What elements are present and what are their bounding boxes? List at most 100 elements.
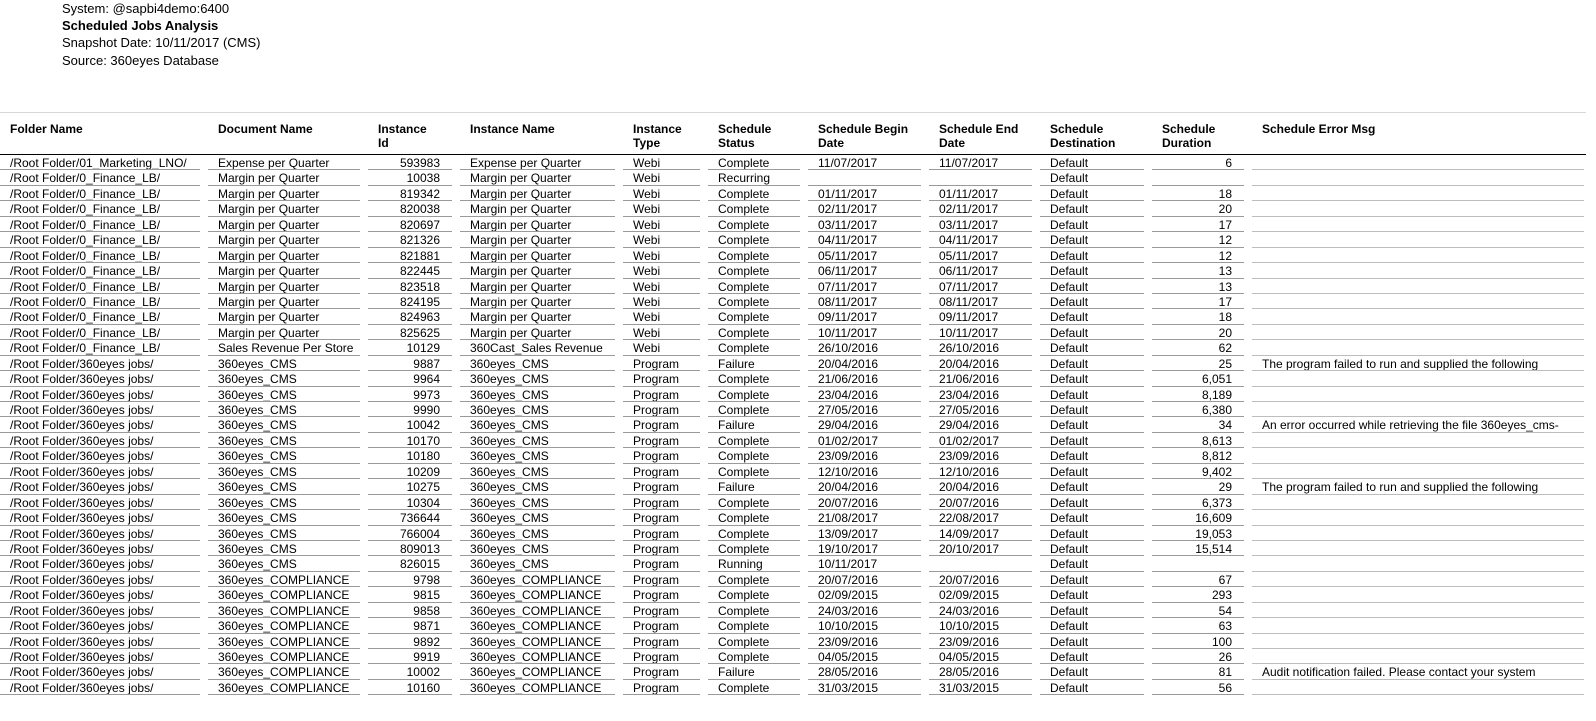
table-row[interactable]: /Root Folder/0_Finance_LB/Margin per Qua… — [0, 294, 1586, 310]
cell-value: 360eyes_COMPLIANCE — [208, 603, 360, 619]
cell-value: Default — [1040, 402, 1144, 418]
cell-schedule-destination: Default — [1040, 417, 1152, 433]
cell-instance-type: Webi — [623, 263, 708, 279]
cell-schedule-end-date: 10/10/2015 — [929, 618, 1040, 634]
cell-schedule-end-date: 23/04/2016 — [929, 387, 1040, 402]
table-row[interactable]: /Root Folder/360eyes jobs/360eyes_CMS 996… — [0, 371, 1586, 387]
cell-instance-id: 10209 — [368, 464, 460, 480]
cell-instance-name: 360eyes_CMS — [460, 417, 623, 433]
table-row[interactable]: /Root Folder/360eyes jobs/360eyes_COMPLI… — [0, 572, 1586, 588]
cell-value: Webi — [623, 309, 700, 325]
cell-value: Margin per Quarter — [460, 217, 615, 233]
table-row[interactable]: /Root Folder/0_Finance_LB/Margin per Qua… — [0, 263, 1586, 279]
cell-schedule-duration: 12 — [1152, 248, 1252, 264]
column-header-folder-name[interactable]: Folder Name — [0, 112, 208, 155]
cell-value: Default — [1040, 371, 1144, 387]
cell-schedule-end-date: 20/04/2016 — [929, 356, 1040, 372]
cell-instance-id: 823518 — [368, 279, 460, 294]
cell-schedule-end-date: 14/09/2017 — [929, 526, 1040, 541]
column-header-document-name[interactable]: Document Name — [208, 112, 368, 155]
table-row[interactable]: /Root Folder/360eyes jobs/360eyes_CMS 103… — [0, 495, 1586, 511]
cell-value: 25 — [1152, 356, 1244, 372]
cell-value: 28/05/2016 — [808, 664, 921, 680]
cell-schedule-status: Complete — [708, 464, 808, 480]
cell-instance-type: Program — [623, 664, 708, 680]
column-header-schedule-error-msg[interactable]: Schedule Error Msg — [1252, 112, 1586, 155]
cell-schedule-begin-date — [808, 170, 929, 186]
table-row[interactable]: /Root Folder/360eyes jobs/360eyes_CMS 988… — [0, 356, 1586, 372]
cell-value: Margin per Quarter — [460, 170, 615, 186]
table-row[interactable]: /Root Folder/360eyes jobs/360eyes_CMS 999… — [0, 402, 1586, 418]
cell-value: 824963 — [368, 309, 452, 325]
table-row[interactable]: /Root Folder/360eyes jobs/360eyes_CMS 101… — [0, 433, 1586, 449]
column-header-schedule-duration[interactable]: Schedule Duration — [1152, 112, 1252, 155]
column-header-instance-id[interactable]: Instance Id — [368, 112, 460, 155]
table-row[interactable]: /Root Folder/360eyes jobs/360eyes_CMS 766… — [0, 526, 1586, 541]
cell-schedule-status: Complete — [708, 309, 808, 325]
cell-value — [1252, 541, 1584, 557]
cell-value: Program — [623, 603, 700, 619]
table-row[interactable]: /Root Folder/360eyes jobs/360eyes_CMS 826… — [0, 556, 1586, 572]
table-row[interactable]: /Root Folder/360eyes jobs/360eyes_COMPLI… — [0, 587, 1586, 603]
column-header-schedule-end-date[interactable]: Schedule End Date — [929, 112, 1040, 155]
cell-schedule-end-date: 20/10/2017 — [929, 541, 1040, 557]
cell-value: Margin per Quarter — [460, 325, 615, 341]
table-row[interactable]: /Root Folder/0_Finance_LB/Margin per Qua… — [0, 232, 1586, 248]
cell-value: The program failed to run and supplied t… — [1252, 356, 1584, 372]
cell-value: Complete — [708, 325, 800, 341]
cell-instance-name: 360eyes_CMS — [460, 510, 623, 526]
cell-value: 10160 — [368, 680, 452, 696]
scheduled-jobs-table-container: Folder Name Document Name Instance Id Insta… — [0, 112, 1596, 696]
table-row[interactable]: /Root Folder/0_Finance_LB/Margin per Qua… — [0, 186, 1586, 202]
cell-instance-type: Webi — [623, 309, 708, 325]
table-row[interactable]: /Root Folder/360eyes jobs/360eyes_COMPLI… — [0, 618, 1586, 634]
cell-value: /Root Folder/0_Finance_LB/ — [0, 263, 200, 279]
cell-schedule-end-date: 23/09/2016 — [929, 634, 1040, 649]
column-header-schedule-status[interactable]: Schedule Status — [708, 112, 808, 155]
cell-value: 17 — [1152, 217, 1244, 233]
column-header-instance-type[interactable]: Instance Type — [623, 112, 708, 155]
table-row[interactable]: /Root Folder/360eyes jobs/360eyes_CMS 102… — [0, 479, 1586, 495]
cell-value — [1252, 526, 1584, 541]
table-row[interactable]: /Root Folder/0_Finance_LB/Margin per Qua… — [0, 325, 1586, 341]
column-header-instance-name[interactable]: Instance Name — [460, 112, 623, 155]
cell-instance-id: 10180 — [368, 448, 460, 464]
table-row[interactable]: /Root Folder/360eyes jobs/360eyes_CMS 101… — [0, 448, 1586, 464]
cell-value: 10275 — [368, 479, 452, 495]
table-row[interactable]: /Root Folder/360eyes jobs/360eyes_CMS 809… — [0, 541, 1586, 557]
table-row[interactable]: /Root Folder/0_Finance_LB/Margin per Qua… — [0, 279, 1586, 294]
cell-schedule-begin-date: 19/10/2017 — [808, 541, 929, 557]
table-row[interactable]: /Root Folder/0_Finance_LB/Margin per Qua… — [0, 309, 1586, 325]
table-row[interactable]: /Root Folder/360eyes jobs/360eyes_CMS 102… — [0, 464, 1586, 480]
table-row[interactable]: /Root Folder/360eyes jobs/360eyes_COMPLI… — [0, 664, 1586, 680]
table-row[interactable]: /Root Folder/0_Finance_LB/Margin per Qua… — [0, 201, 1586, 217]
table-row[interactable]: /Root Folder/0_Finance_LB/Margin per Qua… — [0, 217, 1586, 233]
table-row[interactable]: /Root Folder/360eyes jobs/360eyes_CMS 100… — [0, 417, 1586, 433]
table-row[interactable]: /Root Folder/0_Finance_LB/Margin per Qua… — [0, 170, 1586, 186]
cell-value: Complete — [708, 186, 800, 202]
column-header-schedule-destination[interactable]: Schedule Destination — [1040, 112, 1152, 155]
cell-schedule-destination: Default — [1040, 309, 1152, 325]
table-row[interactable]: /Root Folder/360eyes jobs/360eyes_COMPLI… — [0, 634, 1586, 649]
cell-schedule-end-date: 04/05/2015 — [929, 649, 1040, 665]
cell-schedule-destination: Default — [1040, 649, 1152, 665]
cell-instance-type: Webi — [623, 279, 708, 294]
table-row[interactable]: /Root Folder/360eyes jobs/360eyes_COMPLI… — [0, 649, 1586, 665]
cell-value: 9815 — [368, 587, 452, 603]
cell-folder-name: /Root Folder/0_Finance_LB/ — [0, 309, 208, 325]
table-row[interactable]: /Root Folder/360eyes jobs/360eyes_COMPLI… — [0, 680, 1586, 696]
table-row[interactable]: /Root Folder/360eyes jobs/360eyes_CMS 997… — [0, 387, 1586, 402]
column-header-schedule-begin-date[interactable]: Schedule Begin Date — [808, 112, 929, 155]
cell-value: 19,053 — [1152, 526, 1244, 541]
cell-value: Default — [1040, 587, 1144, 603]
cell-value: Default — [1040, 248, 1144, 264]
cell-instance-id: 826015 — [368, 556, 460, 572]
table-row[interactable]: /Root Folder/360eyes jobs/360eyes_CMS 736… — [0, 510, 1586, 526]
table-row[interactable]: /Root Folder/0_Finance_LB/Sales Revenue … — [0, 340, 1586, 356]
table-row[interactable]: /Root Folder/0_Finance_LB/Margin per Qua… — [0, 248, 1586, 264]
cell-folder-name: /Root Folder/360eyes jobs/ — [0, 603, 208, 619]
table-row[interactable]: /Root Folder/360eyes jobs/360eyes_COMPLI… — [0, 603, 1586, 619]
cell-instance-name: 360eyes_CMS — [460, 495, 623, 511]
table-row[interactable]: /Root Folder/01_Marketing_LNO/Expense pe… — [0, 155, 1586, 171]
cell-schedule-end-date: 01/11/2017 — [929, 186, 1040, 202]
